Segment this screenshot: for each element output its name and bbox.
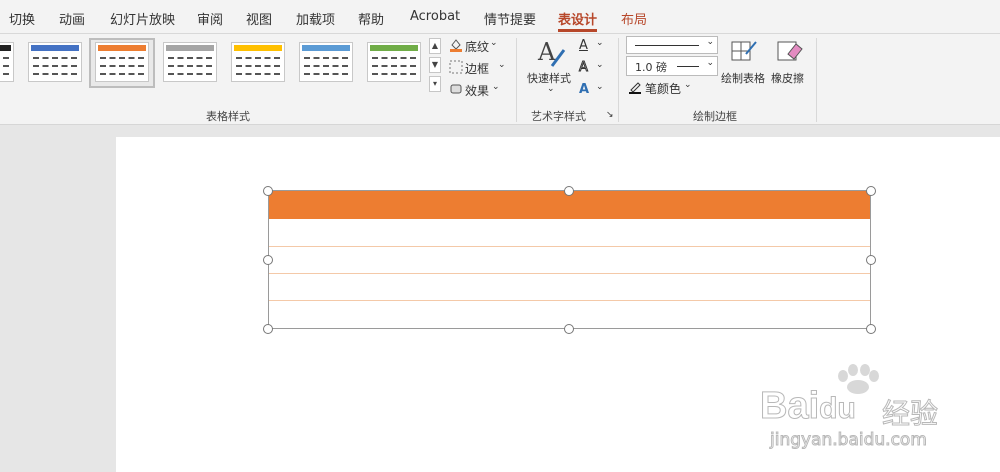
tab-layout[interactable]: 布局 xyxy=(621,9,647,28)
table-style-swatch-partial[interactable] xyxy=(0,42,14,82)
chevron-down-icon[interactable]: ⌄ xyxy=(490,38,498,48)
border-icon[interactable] xyxy=(449,60,463,77)
svg-text:A: A xyxy=(537,38,556,66)
tab-animations[interactable]: 动画 xyxy=(59,9,85,28)
tab-transitions[interactable]: 切换 xyxy=(9,9,35,28)
table-style-swatch-gold[interactable] xyxy=(231,42,285,82)
resize-handle-right[interactable] xyxy=(866,255,876,265)
tab-addins[interactable]: 加载项 xyxy=(296,9,335,28)
table-row-divider xyxy=(269,273,870,274)
pen-weight-dropdown[interactable]: 1.0 磅 ⌄ xyxy=(626,56,718,76)
text-fill-icon[interactable]: A xyxy=(579,38,588,53)
chevron-down-icon[interactable]: ⌄ xyxy=(596,38,604,48)
tab-view[interactable]: 视图 xyxy=(246,9,272,28)
watermark-url: jingyan.baidu.com xyxy=(770,430,928,451)
left-gutter xyxy=(0,125,116,472)
draw-table-icon[interactable] xyxy=(730,38,758,67)
shading-icon[interactable] xyxy=(449,38,463,55)
tab-acrobat[interactable]: Acrobat xyxy=(410,9,460,24)
text-effects-icon[interactable]: A xyxy=(579,82,589,97)
draw-table-button[interactable]: 绘制表格 xyxy=(721,70,765,86)
resize-handle-bottom[interactable] xyxy=(564,324,574,334)
tab-help[interactable]: 帮助 xyxy=(358,9,384,28)
border-button[interactable]: 边框 xyxy=(465,60,489,77)
pen-color-button[interactable]: 笔颜色 xyxy=(645,80,681,97)
chevron-down-icon[interactable]: ⌄ xyxy=(596,82,604,92)
chevron-down-icon[interactable]: ⌄ xyxy=(547,84,555,94)
group-divider xyxy=(816,38,817,122)
table-row-divider xyxy=(269,300,870,301)
resize-handle-left[interactable] xyxy=(263,255,273,265)
resize-handle-bottom-right[interactable] xyxy=(866,324,876,334)
chevron-down-icon[interactable]: ⌄ xyxy=(498,60,506,70)
selected-table[interactable] xyxy=(268,190,871,329)
tab-storyboarding[interactable]: 情节提要 xyxy=(484,9,536,28)
resize-handle-top-right[interactable] xyxy=(866,186,876,196)
chevron-down-icon[interactable]: ⌄ xyxy=(684,80,692,90)
shading-button[interactable]: 底纹 xyxy=(465,38,489,55)
resize-handle-top-left[interactable] xyxy=(263,186,273,196)
table-style-swatch-blue[interactable] xyxy=(28,42,82,82)
gallery-scroll-up-icon[interactable]: ▲ xyxy=(429,38,441,54)
effects-icon[interactable] xyxy=(449,82,463,99)
resize-handle-bottom-left[interactable] xyxy=(263,324,273,334)
table-style-swatch-gray[interactable] xyxy=(163,42,217,82)
text-outline-icon[interactable]: A xyxy=(579,60,589,76)
watermark-brand: Baidu xyxy=(759,385,856,428)
draw-borders-group-label: 绘制边框 xyxy=(693,110,737,123)
group-divider xyxy=(618,38,619,122)
eraser-icon[interactable] xyxy=(776,38,804,67)
tab-review[interactable]: 审阅 xyxy=(197,9,223,28)
pen-style-dropdown[interactable]: ⌄ xyxy=(626,36,718,54)
table-style-swatch-lightblue[interactable] xyxy=(299,42,353,82)
watermark-jingyan: 经验 xyxy=(881,397,939,431)
resize-handle-top[interactable] xyxy=(564,186,574,196)
quick-styles-icon[interactable]: A xyxy=(534,36,566,71)
pen-color-icon[interactable] xyxy=(628,80,642,97)
effects-button[interactable]: 效果 xyxy=(465,82,489,99)
ribbon-panel: ▲ ▼ ▾ 底纹 ⌄ 边框 ⌄ 效果 ⌄ A 快速样式 ⌄ A ⌄ A ⌄ A … xyxy=(0,34,1000,125)
eraser-button[interactable]: 橡皮擦 xyxy=(771,70,804,86)
tab-table-design[interactable]: 表设计 xyxy=(558,9,598,32)
gallery-more-icon[interactable]: ▾ xyxy=(429,76,441,92)
dialog-launcher-icon[interactable]: ↘ xyxy=(606,110,614,120)
table-style-swatch-orange[interactable] xyxy=(95,42,149,82)
table-styles-group-label: 表格样式 xyxy=(206,110,250,123)
wordart-group-label: 艺术字样式 xyxy=(531,110,586,123)
table-style-swatch-green[interactable] xyxy=(367,42,421,82)
chevron-down-icon[interactable]: ⌄ xyxy=(492,82,500,92)
group-divider xyxy=(516,38,517,122)
gallery-scroll-down-icon[interactable]: ▼ xyxy=(429,57,441,73)
ribbon-tabs: 切换 动画 幻灯片放映 审阅 视图 加载项 帮助 Acrobat 情节提要 表设… xyxy=(0,0,1000,34)
table-row-divider xyxy=(269,246,870,247)
chevron-down-icon[interactable]: ⌄ xyxy=(596,60,604,70)
tab-slideshow[interactable]: 幻灯片放映 xyxy=(110,9,175,28)
pen-weight-value: 1.0 磅 xyxy=(635,61,667,74)
